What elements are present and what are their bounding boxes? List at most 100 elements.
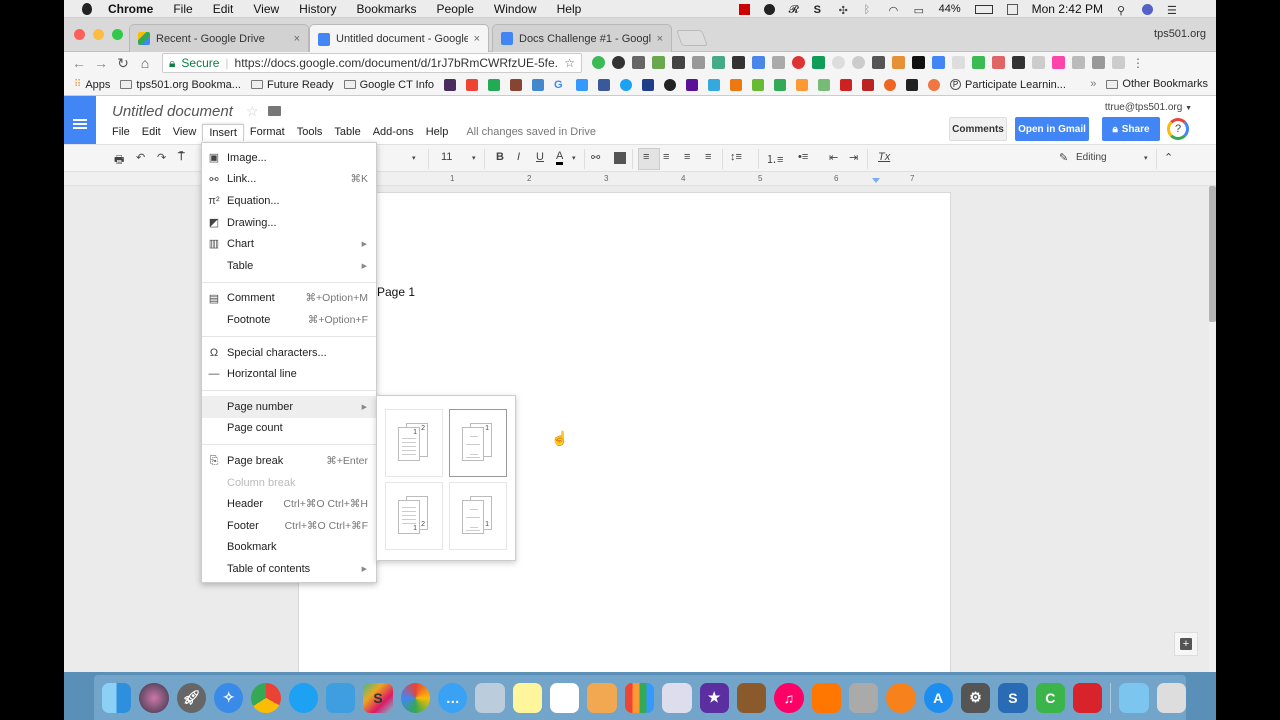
bookmark-future-ready[interactable]: Future Ready [250, 79, 334, 91]
google-icon[interactable]: G [554, 79, 566, 91]
profile-label[interactable]: tps501.org [1154, 28, 1206, 40]
tab-docs-challenge[interactable]: Docs Challenge #1 - Google D × [492, 24, 672, 52]
extension-icon[interactable] [912, 56, 925, 69]
pages-document-icon[interactable] [811, 682, 841, 713]
extension-icon[interactable] [992, 56, 1005, 69]
bookmark-favicon[interactable] [664, 78, 677, 91]
photos-icon[interactable] [400, 682, 431, 713]
twitter-icon[interactable] [620, 78, 633, 91]
extension-icon[interactable] [772, 56, 785, 69]
font-dropdown-caret[interactable]: ▾ [412, 154, 416, 162]
folder-icon[interactable] [268, 106, 281, 116]
justify-icon[interactable]: ≡ [705, 151, 711, 163]
menu-item-header[interactable]: Header Ctrl+⌘O Ctrl+⌘H [202, 493, 376, 515]
bookmark-participate[interactable]: P Participate Learnin... [950, 79, 1066, 91]
camtasia-icon[interactable]: C [1035, 682, 1065, 713]
bookmark-tps501[interactable]: tps501.org Bookma... [120, 79, 241, 91]
extension-icon[interactable] [832, 56, 845, 69]
docs-menu-table[interactable]: Table [328, 124, 366, 141]
bookmark-favicon[interactable] [730, 78, 743, 91]
new-tab-button[interactable] [676, 30, 708, 46]
snagit-status-icon[interactable]: S [814, 4, 825, 16]
menu-view[interactable]: View [253, 2, 279, 16]
menu-bookmarks[interactable]: Bookmarks [357, 2, 417, 16]
bookmark-favicon[interactable] [576, 78, 589, 91]
account-switcher[interactable]: ttrue@tps501.org ▼ [1105, 102, 1192, 113]
battery-icon[interactable] [974, 4, 993, 14]
bookmark-favicon[interactable] [928, 78, 941, 91]
bookmark-favicon[interactable] [488, 78, 501, 91]
menu-item-equation[interactable]: π² Equation... [202, 190, 376, 212]
menu-item-image[interactable]: ▣ Image... [202, 147, 376, 169]
bookmark-favicon[interactable] [884, 78, 897, 91]
menu-app-name[interactable]: Chrome [108, 2, 153, 16]
open-in-gmail-button[interactable]: Open in Gmail [1015, 117, 1089, 141]
print-icon[interactable]: 🖶︎ [114, 151, 124, 170]
increase-indent-icon[interactable]: ⇥ [849, 151, 858, 164]
page-number-option-footer-skip-first[interactable]: 1 [449, 482, 507, 550]
bold-button[interactable]: B [496, 151, 504, 163]
right-indent-marker[interactable] [872, 178, 880, 183]
pages-icon[interactable] [587, 682, 617, 713]
chrome-menu-icon[interactable]: ⋮ [1132, 56, 1144, 70]
extension-icon[interactable] [1052, 56, 1065, 69]
back-icon[interactable]: ← [68, 55, 90, 71]
screen-recorder-icon[interactable] [738, 3, 750, 15]
extension-icon[interactable] [852, 56, 865, 69]
classroom-icon[interactable] [812, 56, 825, 69]
imovie-icon[interactable]: ★ [699, 682, 729, 713]
system-preferences-icon[interactable]: ⚙ [960, 682, 991, 713]
extension-icon[interactable] [652, 56, 665, 69]
align-right-icon[interactable]: ≡ [684, 151, 690, 163]
menu-item-comment[interactable]: ▤ Comment ⌘+Option+M [202, 288, 376, 310]
menu-item-page-count[interactable]: Page count [202, 418, 376, 440]
menu-file[interactable]: File [173, 2, 192, 16]
menu-history[interactable]: History [299, 2, 336, 16]
notification-center-icon[interactable]: ☰ [1167, 4, 1178, 17]
docs-menu-file[interactable]: File [106, 124, 136, 141]
extension-icon[interactable] [1092, 56, 1105, 69]
twitterrific-icon[interactable] [288, 682, 319, 713]
extension-icon[interactable] [1112, 56, 1125, 69]
document-title[interactable]: Untitled document [112, 103, 233, 120]
preview-icon[interactable] [475, 682, 505, 713]
bluetooth-icon[interactable]: ᛒ [864, 4, 875, 16]
wifi-icon[interactable]: ◠ [889, 4, 900, 17]
extension-icon[interactable] [692, 56, 705, 69]
forward-icon[interactable]: → [90, 55, 112, 71]
close-tab-icon[interactable]: × [294, 33, 300, 45]
link-icon[interactable]: ⚯ [591, 151, 600, 164]
menu-help[interactable]: Help [557, 2, 582, 16]
menu-people[interactable]: People [437, 2, 474, 16]
bookmark-favicon[interactable] [818, 78, 831, 91]
docs-menu-insert[interactable]: Insert [202, 124, 244, 141]
qr-code-icon[interactable] [872, 56, 885, 69]
extension-icon[interactable] [1012, 56, 1025, 69]
twitter-icon[interactable] [326, 682, 356, 713]
page-number-option-header-all[interactable]: 2 1 [385, 409, 443, 477]
star-icon[interactable]: ☆ [246, 103, 259, 120]
menu-item-page-break[interactable]: ⎘ Page break ⌘+Enter [202, 450, 376, 472]
comment-icon[interactable] [614, 152, 626, 164]
bookmark-favicon[interactable] [752, 78, 765, 91]
scrollbar-thumb[interactable] [1209, 186, 1216, 322]
menu-item-special-characters[interactable]: Ω Special characters... [202, 342, 376, 364]
evernote-icon[interactable] [763, 3, 775, 15]
bookmark-favicon[interactable] [708, 78, 721, 91]
notes-icon[interactable] [512, 682, 543, 713]
garageband-icon[interactable] [736, 682, 767, 713]
text-color-button[interactable]: A [556, 151, 564, 165]
minimize-window-button[interactable] [93, 29, 104, 40]
docs-menu-help[interactable]: Help [420, 124, 455, 141]
share-extension-icon[interactable] [632, 56, 645, 69]
extension-icon[interactable] [612, 56, 625, 69]
finder-icon[interactable] [102, 682, 132, 713]
bookmark-other[interactable]: Other Bookmarks [1106, 78, 1208, 90]
page-text[interactable]: Page 1 [377, 285, 415, 299]
clear-formatting-icon[interactable]: Tx [878, 151, 890, 163]
line-spacing-icon[interactable]: ↕≡ [730, 151, 742, 163]
facebook-icon[interactable] [598, 78, 611, 91]
share-button[interactable]: 🔒︎ Share [1102, 117, 1160, 141]
menu-item-drawing[interactable]: ◩ Drawing... [202, 212, 376, 234]
launchpad-icon[interactable]: 🚀︎ [176, 682, 207, 713]
